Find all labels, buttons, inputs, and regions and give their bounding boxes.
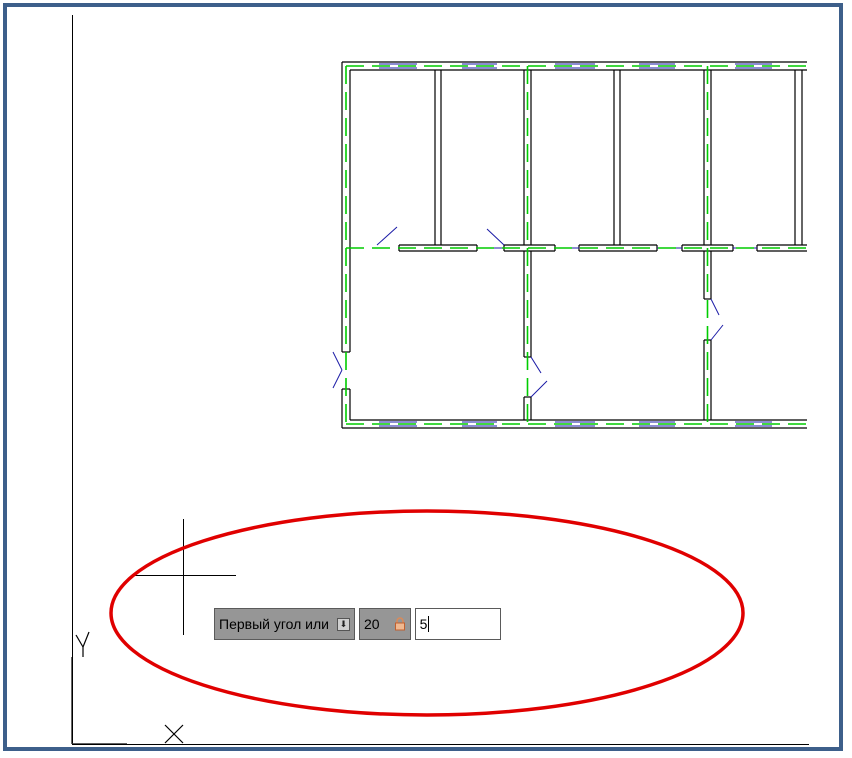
ucs-y-label: Y xyxy=(7,7,8,8)
first-value: 20 xyxy=(364,616,380,632)
ucs-icon xyxy=(71,631,184,745)
second-value-input[interactable]: 5 xyxy=(414,608,501,640)
dynamic-input-tooltip[interactable]: Первый угол или ⬇ 20 5 xyxy=(214,607,501,641)
second-value: 5 xyxy=(419,616,428,632)
drawing-viewport[interactable]: Y X Первый угол или ⬇ 20 5 xyxy=(3,3,843,751)
floor-plan[interactable] xyxy=(332,61,807,429)
down-arrow-icon[interactable]: ⬇ xyxy=(337,617,350,631)
first-value-field[interactable]: 20 xyxy=(359,608,411,640)
prompt-label: Первый угол или xyxy=(219,616,329,632)
text-caret xyxy=(428,616,430,632)
ucs-x-label: X xyxy=(7,7,8,8)
command-prompt: Первый угол или ⬇ xyxy=(214,608,355,640)
lock-icon[interactable] xyxy=(394,617,406,631)
